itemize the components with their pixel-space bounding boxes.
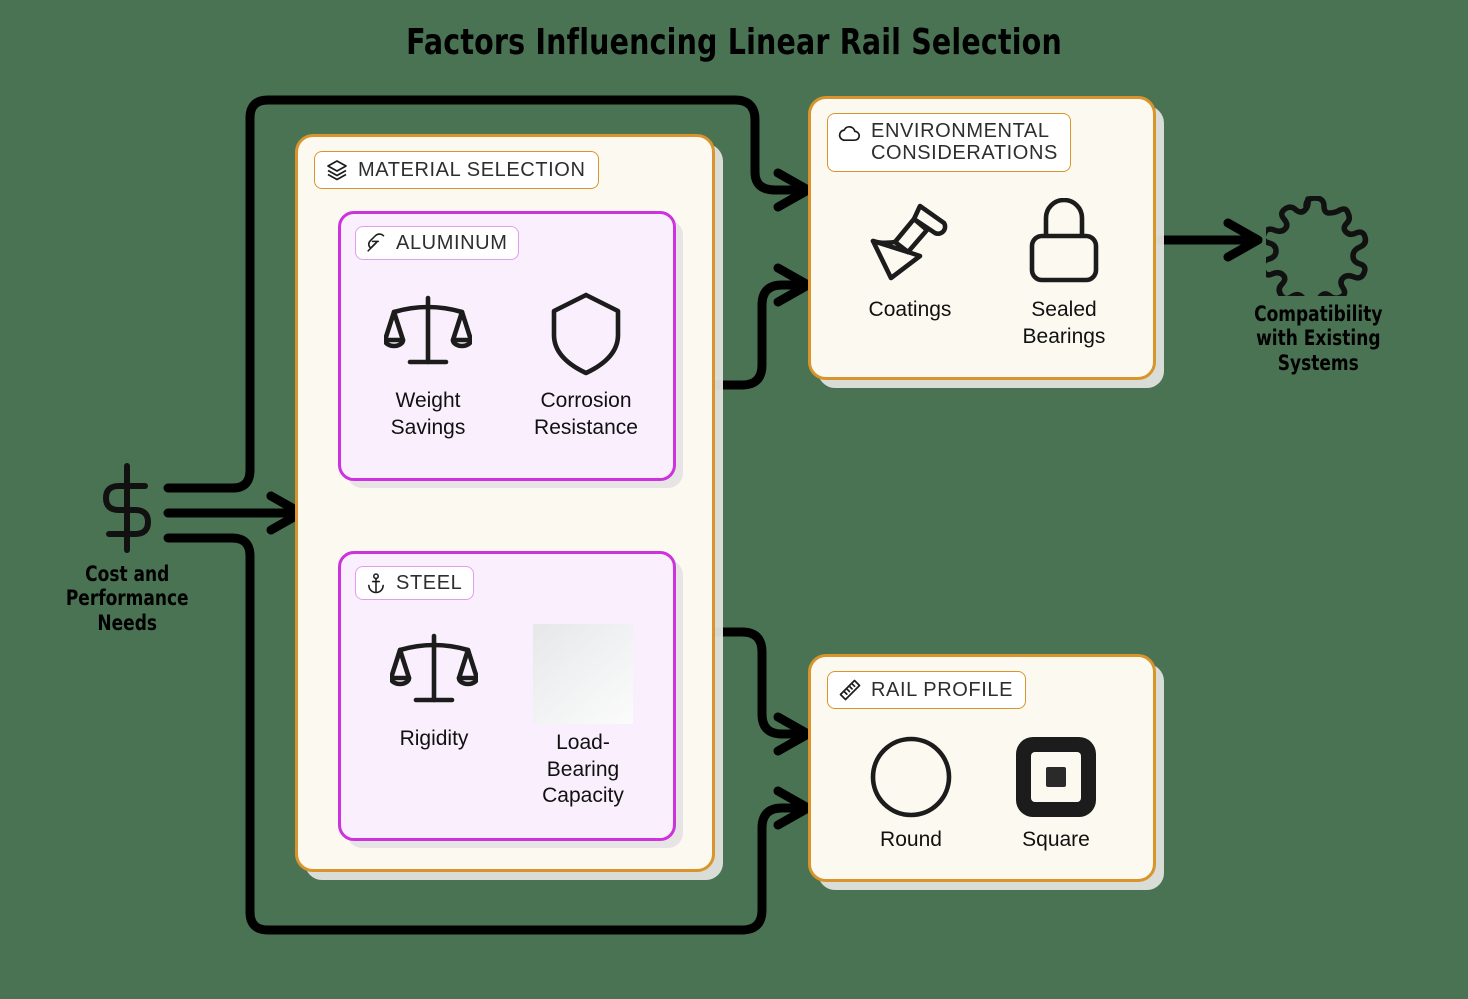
card-environmental-considerations[interactable]: ENVIRONMENTAL CONSIDERATIONS Coatings Se… xyxy=(808,96,1156,380)
padlock-icon xyxy=(1024,195,1104,291)
square-profile-icon xyxy=(1012,733,1100,821)
item-label: Sealed Bearings xyxy=(1022,298,1106,348)
pill-rail-profile: RAIL PROFILE xyxy=(827,671,1027,709)
circle-outline-icon xyxy=(869,733,953,821)
puzzle-piece-icon xyxy=(1266,196,1370,296)
pill-label: RAIL PROFILE xyxy=(871,678,1014,701)
pill-steel: STEEL xyxy=(355,566,475,601)
shield-icon xyxy=(548,286,624,382)
subcard-aluminum[interactable]: ALUMINUM Weight Savings Corrosion Resist… xyxy=(338,211,676,481)
node-label: Compatibility with Existing Systems xyxy=(1253,302,1383,375)
cloud-icon xyxy=(838,122,862,146)
card-material-selection[interactable]: MATERIAL SELECTION ALUMINUM Weight Savin… xyxy=(295,134,715,872)
pill-aluminum: ALUMINUM xyxy=(355,226,520,261)
dollar-sign-icon xyxy=(91,460,163,556)
item-row-steel: Rigidity Load- Bearing Capacity xyxy=(341,624,679,810)
item-label: Rigidity xyxy=(399,727,469,750)
item-weight-savings[interactable]: Weight Savings xyxy=(372,286,484,441)
pill-material-selection: MATERIAL SELECTION xyxy=(314,151,599,189)
item-label: Coatings xyxy=(868,298,952,321)
item-label: Corrosion Resistance xyxy=(534,389,638,439)
node-label: Cost and Performance Needs xyxy=(65,562,189,635)
item-label: Square xyxy=(1022,828,1090,851)
item-load-bearing-capacity[interactable]: Load- Bearing Capacity xyxy=(524,624,642,810)
balance-scale-icon xyxy=(390,624,478,720)
item-sealed-bearings[interactable]: Sealed Bearings xyxy=(1004,195,1124,350)
item-row-aluminum: Weight Savings Corrosion Resistance xyxy=(341,286,679,441)
item-label: Load- Bearing Capacity xyxy=(542,731,624,808)
item-square[interactable]: Square xyxy=(1004,733,1108,854)
diagram-canvas: Factors Influencing Linear Rail Selectio… xyxy=(0,0,1468,999)
item-row-rail-profile: Round Square xyxy=(811,733,1159,854)
balance-scale-icon xyxy=(384,286,472,382)
item-label: Round xyxy=(880,828,942,851)
pill-label: ALUMINUM xyxy=(396,232,508,254)
feather-icon xyxy=(365,232,387,254)
blank-placeholder-icon xyxy=(533,624,633,724)
item-row-environmental: Coatings Sealed Bearings xyxy=(811,195,1159,350)
item-round[interactable]: Round xyxy=(862,733,960,854)
item-rigidity[interactable]: Rigidity xyxy=(378,624,490,753)
item-corrosion-resistance[interactable]: Corrosion Resistance xyxy=(524,286,648,441)
connector-layer xyxy=(163,95,1468,935)
paintbrush-icon xyxy=(865,195,955,291)
ruler-icon xyxy=(838,678,862,702)
card-rail-profile[interactable]: RAIL PROFILE Round Square xyxy=(808,654,1156,882)
pill-label: STEEL xyxy=(396,572,463,594)
pill-label: MATERIAL SELECTION xyxy=(358,158,586,181)
layers-icon xyxy=(325,158,349,182)
subcard-steel[interactable]: STEEL Rigidity Load- Bearing Capacity xyxy=(338,551,676,841)
pill-label: ENVIRONMENTAL CONSIDERATIONS xyxy=(871,120,1058,165)
pill-environmental-considerations: ENVIRONMENTAL CONSIDERATIONS xyxy=(827,113,1071,172)
anchor-icon xyxy=(365,572,387,594)
node-cost-and-performance[interactable]: Cost and Performance Needs xyxy=(52,460,202,635)
item-coatings[interactable]: Coatings xyxy=(846,195,974,324)
item-label: Weight Savings xyxy=(390,389,466,439)
node-compatibility[interactable]: Compatibility with Existing Systems xyxy=(1228,196,1408,375)
